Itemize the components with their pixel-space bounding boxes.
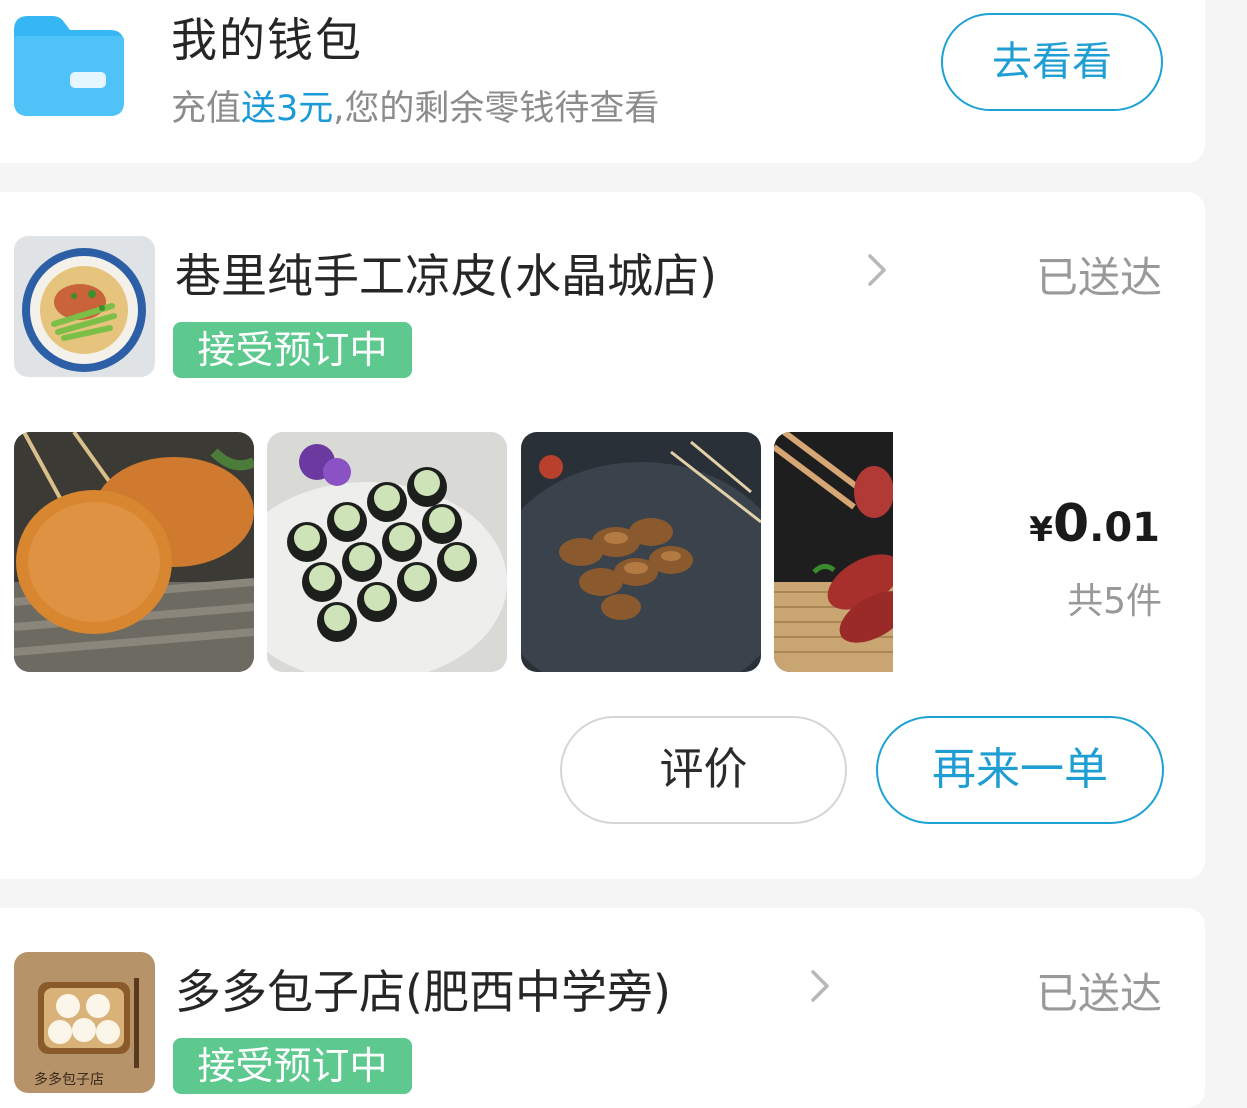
fried-chicken-cutlet-skewer-image [14, 432, 254, 672]
order-status: 已送达 [1035, 969, 1162, 1018]
shop-logo[interactable] [14, 236, 155, 377]
wallet-subtitle-highlight: 送3元 [241, 89, 334, 129]
item-thumbnail[interactable] [521, 432, 761, 672]
grilled-meat-skewer-image [521, 432, 761, 672]
wallet-subtitle-suffix: ,您的剩余零钱待查看 [333, 89, 660, 129]
wallet-card: 我的钱包 充值送3元,您的剩余零钱待查看 去看看 [0, 0, 1205, 163]
shop-logo[interactable]: 多多包子店 [14, 952, 155, 1093]
price-decimal: .01 [1089, 505, 1160, 551]
item-thumbnail[interactable] [14, 432, 254, 672]
item-thumbnail[interactable] [267, 432, 507, 672]
wallet-view-button[interactable]: 去看看 [941, 13, 1163, 111]
order-status: 已送达 [1035, 253, 1162, 302]
steamed-bun-basket-icon: 多多包子店 [14, 952, 155, 1093]
shop-name[interactable]: 多多包子店(肥西中学旁) [175, 956, 671, 1022]
wallet-folder-icon [14, 16, 124, 116]
preorder-tag: 接受预订中 [173, 322, 412, 378]
order-card[interactable]: 多多包子店 多多包子店(肥西中学旁) 已送达 接受预订中 [0, 908, 1205, 1108]
reorder-button[interactable]: 再来一单 [876, 716, 1164, 824]
shop-name[interactable]: 巷里纯手工凉皮(水晶城店) [175, 240, 717, 306]
chevron-right-icon[interactable] [860, 250, 894, 290]
cold-noodle-bowl-icon [14, 236, 155, 377]
wallet-title: 我的钱包 [171, 13, 363, 67]
wallet-subtitle: 充值送3元,您的剩余零钱待查看 [171, 80, 659, 131]
chevron-right-icon[interactable] [803, 966, 837, 1006]
item-thumbnail[interactable] [774, 432, 893, 672]
review-button[interactable]: 评价 [560, 716, 847, 824]
order-price: ¥0.01 [1029, 494, 1160, 554]
order-card[interactable]: 巷里纯手工凉皮(水晶城店) 已送达 接受预订中 ¥0.01 共5件 评价 再来一… [0, 192, 1205, 879]
price-integer: 0 [1052, 494, 1090, 554]
sausage-image [774, 432, 893, 672]
seaweed-rice-roll-skewer-image [267, 432, 507, 672]
item-count: 共5件 [1067, 581, 1162, 622]
wallet-subtitle-prefix: 充值 [171, 89, 242, 129]
price-currency: ¥ [1029, 510, 1053, 550]
preorder-tag: 接受预订中 [173, 1038, 412, 1094]
